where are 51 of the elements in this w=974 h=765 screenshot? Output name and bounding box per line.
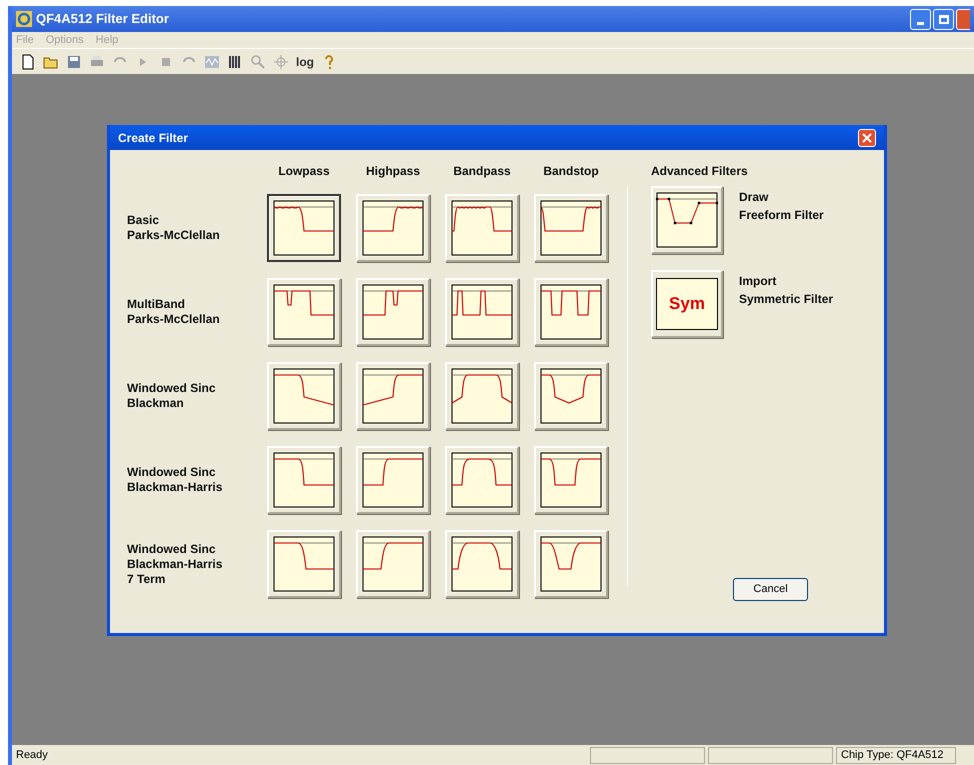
filter-response-icon — [362, 368, 424, 424]
row-label: Basic Parks-McClellan — [126, 213, 221, 243]
filter-response-icon — [273, 200, 335, 256]
cancel-button[interactable]: Cancel — [733, 578, 808, 601]
window-title: QF4A512 Filter Editor — [36, 10, 169, 28]
chip-type-status: Chip Type: QF4A512 — [836, 746, 956, 764]
section-title: Advanced Filters — [651, 163, 749, 180]
close-button[interactable] — [858, 128, 876, 146]
option-label: Import Symmetric Filter — [739, 273, 834, 308]
close-button[interactable] — [956, 8, 970, 30]
row-label: MultiBand Parks-McClellan — [126, 297, 221, 327]
row-label: Windowed Sinc Blackman-Harris — [126, 465, 224, 495]
filter-response-icon — [451, 200, 513, 256]
filter-response-icon — [362, 452, 424, 508]
filter-response-icon — [273, 368, 335, 424]
column-header: Bandpass — [452, 163, 512, 180]
filter-response-icon — [362, 284, 424, 340]
filter-response-icon — [656, 192, 718, 248]
close-icon — [862, 132, 872, 142]
maximize-button[interactable] — [933, 8, 954, 30]
filter-response-icon — [540, 368, 602, 424]
save-icon[interactable] — [66, 54, 82, 70]
app-icon — [16, 11, 32, 27]
column-header: Highpass — [364, 163, 421, 180]
filter-response-icon — [540, 284, 602, 340]
minimize-button[interactable] — [910, 8, 931, 30]
filter-response-icon — [540, 536, 602, 592]
filter-response-icon — [273, 284, 335, 340]
filter-response-icon — [362, 536, 424, 592]
filter-response-icon — [451, 284, 513, 340]
row-label: Windowed Sinc Blackman-Harris 7 Term — [126, 542, 224, 586]
import-filter-button[interactable]: Sym — [651, 270, 723, 338]
filter-response-icon — [273, 536, 335, 592]
new-file-icon[interactable] — [20, 54, 36, 70]
filter-response-icon — [451, 536, 513, 592]
status-message: Ready — [15, 748, 49, 763]
filter-response-icon — [362, 200, 424, 256]
option-label: Draw Freeform Filter — [739, 189, 824, 224]
grid-icon[interactable] — [227, 54, 243, 70]
filter-type-button[interactable] — [267, 194, 341, 262]
filter-response-icon — [540, 452, 602, 508]
column-header: Lowpass — [277, 163, 331, 180]
log-button[interactable]: log — [296, 52, 314, 70]
filter-response-icon — [451, 452, 513, 508]
filter-response-icon — [273, 452, 335, 508]
column-header: Bandstop — [542, 163, 600, 180]
filter-response-icon — [451, 368, 513, 424]
dialog-title: Create Filter — [118, 130, 188, 146]
row-label: Windowed Sinc Blackman — [126, 381, 217, 411]
filter-response-icon — [540, 200, 602, 256]
draw-filter-button[interactable] — [651, 186, 723, 254]
